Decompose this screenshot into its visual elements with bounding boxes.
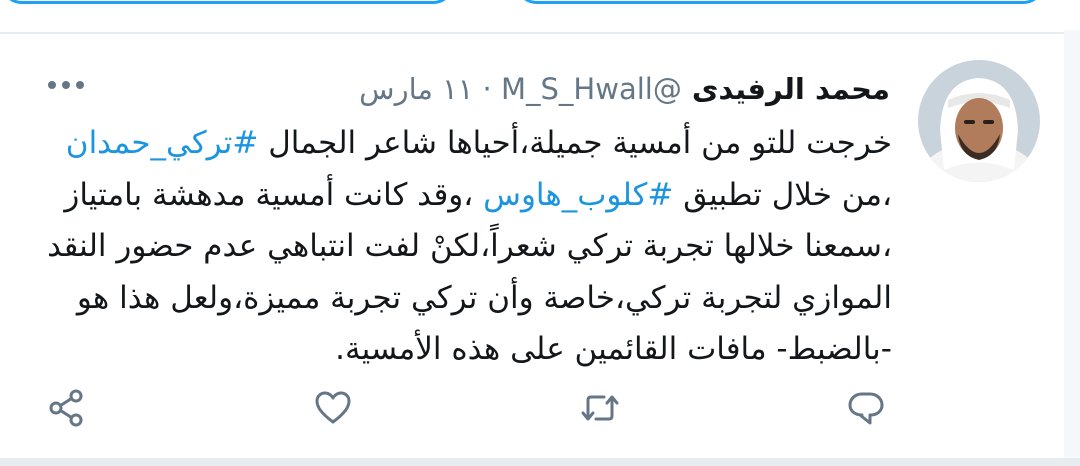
tweet-line: خرجت للتو من أمسية جميلة،أحياها شاعر الج… [65,125,892,161]
tweet-line: ،سمعنا خلالها تجربة تركي شعراً،لكنْ لفت … [47,228,892,264]
tweet-text: خرجت للتو من أمسية جميلة،أحياها شاعر الج… [42,118,892,376]
tweet-header: محمد الرفيدى @M_S_Hwall · ١١ مارس [359,68,890,110]
hashtag-link[interactable]: #تركي_حمدان [66,125,259,161]
more-options-icon[interactable] [46,78,86,92]
handle: @M_S_Hwall [500,72,682,106]
tweet-date: ١١ مارس [359,72,474,106]
tweet-actions [0,388,1080,428]
divider-top [0,32,1080,34]
tweet-screen: محمد الرفيدى @M_S_Hwall · ١١ مارس خرجت ل… [0,0,1080,466]
tweet-line: -بالضبط- مافات القائمين على هذه الأمسية. [335,331,892,367]
divider-bottom [0,458,1080,466]
hashtag-link[interactable]: #كلوب_هاوس [483,177,673,213]
reply-icon [848,392,884,425]
top-action-button-right[interactable] [515,0,1045,4]
tweet-line: الموازي لتجربة تركي،خاصة وأن تركي تجربة … [76,279,892,316]
reply-button[interactable] [846,388,886,428]
heart-icon [315,391,351,424]
retweet-icon [581,395,619,421]
share-button[interactable] [46,388,86,428]
avatar[interactable] [918,60,1040,182]
share-icon [49,389,83,427]
top-action-button-left[interactable] [0,0,455,4]
author-name[interactable]: محمد الرفيدى [692,72,890,106]
author-handle-and-date[interactable]: @M_S_Hwall · ١١ مارس [359,72,682,106]
like-button[interactable] [313,388,353,428]
separator: · [482,72,492,106]
avatar-image [918,60,1040,182]
retweet-button[interactable] [580,388,620,428]
tweet-line: ،من خلال تطبيق #كلوب_هاوس ،وقد كانت أمسي… [64,176,892,213]
